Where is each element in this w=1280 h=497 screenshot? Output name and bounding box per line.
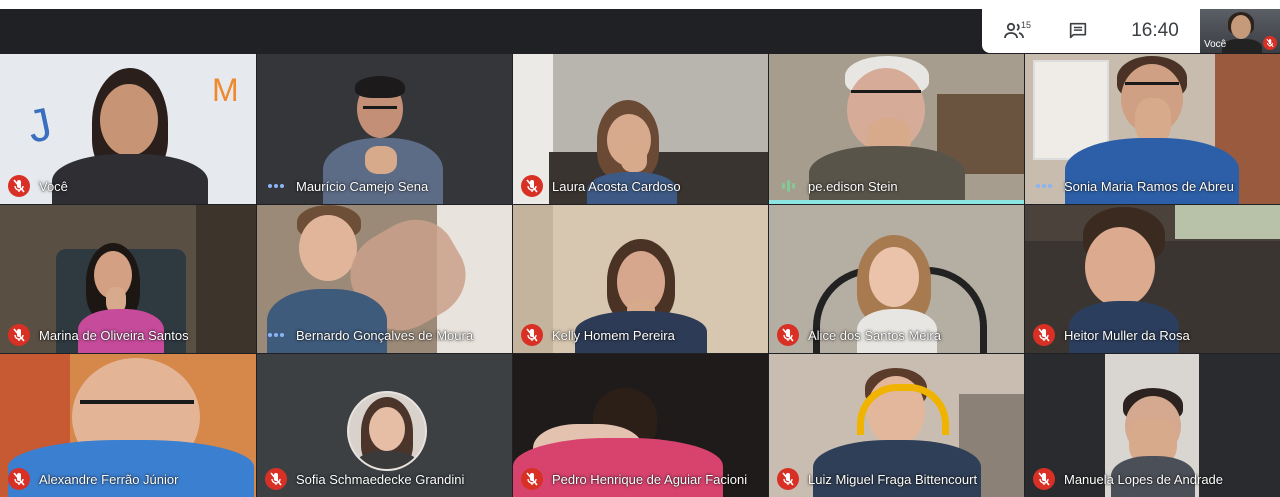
participant-name: Bernardo Gonçalves de Moura	[296, 327, 474, 343]
praying-hands	[365, 146, 397, 174]
participant-name: Sonia Maria Ramos de Abreu	[1064, 178, 1234, 194]
mic-off-icon	[521, 324, 543, 346]
participant-tile-1[interactable]: J H M Você	[0, 54, 256, 204]
participant-hair	[355, 76, 405, 98]
participant-face	[100, 84, 158, 156]
participant-tile-7[interactable]: Bernardo Gonçalves de Moura	[257, 205, 512, 353]
participant-tile-10[interactable]: Heitor Muller da Rosa	[1025, 205, 1280, 353]
participant-name: Kelly Homem Pereira	[552, 327, 675, 343]
participant-tile-15[interactable]: Manuela Lopes de Andrade	[1025, 354, 1280, 497]
name-label: Alice dos Santos Meira	[777, 324, 941, 346]
mic-off-icon	[777, 468, 799, 490]
name-label: Você	[8, 175, 68, 197]
participant-face	[1085, 227, 1155, 307]
mic-off-icon	[1033, 324, 1055, 346]
chat-icon	[1069, 22, 1087, 39]
participant-tile-4[interactable]: pe.edison Stein	[769, 54, 1024, 204]
mic-off-icon	[1033, 468, 1055, 490]
participant-name: Alexandre Ferrão Júnior	[39, 471, 179, 487]
participant-tile-2[interactable]: Maurício Camejo Sena	[257, 54, 512, 204]
mic-off-icon	[8, 175, 30, 197]
participant-tile-8[interactable]: Kelly Homem Pereira	[513, 205, 768, 353]
participants-button[interactable]: 15	[982, 9, 1046, 53]
participant-tile-5[interactable]: Sonia Maria Ramos de Abreu	[1025, 54, 1280, 204]
mic-off-icon	[8, 324, 30, 346]
participant-name: Alice dos Santos Meira	[808, 327, 941, 343]
name-label: Luiz Miguel Fraga Bittencourt	[777, 468, 977, 490]
top-strip	[0, 0, 1280, 9]
name-label: Alexandre Ferrão Júnior	[8, 468, 178, 490]
glasses	[363, 106, 397, 109]
participant-name: Laura Acosta Cardoso	[552, 178, 681, 194]
self-preview-mic-off-icon	[1263, 36, 1277, 50]
wall-letter-j: J	[22, 97, 57, 153]
name-label: Marina de Oliveira Santos	[8, 324, 189, 346]
name-label: Bernardo Gonçalves de Moura	[265, 324, 473, 346]
window	[1175, 205, 1280, 239]
participant-name: Luiz Miguel Fraga Bittencourt	[808, 471, 978, 487]
participant-name: Você	[39, 178, 68, 194]
fireplace	[196, 205, 256, 353]
participant-name: Heitor Muller da Rosa	[1064, 327, 1190, 343]
mic-off-icon	[265, 468, 287, 490]
participants-count: 15	[1021, 20, 1032, 30]
participant-name: Maurício Camejo Sena	[296, 178, 429, 194]
praying-hands	[621, 146, 647, 172]
active-speaker-border	[769, 200, 1024, 204]
mic-off-icon	[521, 175, 543, 197]
self-preview-body	[1222, 39, 1262, 53]
avatar	[347, 391, 427, 471]
mic-off-icon	[777, 324, 799, 346]
participant-name: Marina de Oliveira Santos	[39, 327, 189, 343]
name-label: Manuela Lopes de Andrade	[1033, 468, 1223, 490]
participant-tile-14[interactable]: Luiz Miguel Fraga Bittencourt	[769, 354, 1024, 497]
wall-letter-m: M	[212, 72, 239, 108]
self-preview-face	[1231, 15, 1251, 39]
participant-face	[299, 215, 357, 281]
glasses	[851, 90, 921, 93]
self-preview-label: Você	[1204, 39, 1227, 50]
participant-name: Sofia Schmaedecke Grandini	[296, 471, 465, 487]
audio-dots-icon	[1033, 175, 1055, 197]
participant-tile-12[interactable]: Sofia Schmaedecke Grandini	[257, 354, 512, 497]
participant-name: Manuela Lopes de Andrade	[1064, 471, 1224, 487]
meeting-toolbar: 15 16:40	[982, 9, 1200, 53]
participant-tile-11[interactable]: Alexandre Ferrão Júnior	[0, 354, 256, 497]
participant-tile-6[interactable]: Marina de Oliveira Santos	[0, 205, 256, 353]
name-label: pe.edison Stein	[777, 175, 898, 197]
participant-body	[52, 154, 208, 204]
name-label: Heitor Muller da Rosa	[1033, 324, 1190, 346]
mic-off-icon	[8, 468, 30, 490]
chat-button[interactable]	[1046, 9, 1110, 53]
name-label: Maurício Camejo Sena	[265, 175, 428, 197]
participant-tile-3[interactable]: Laura Acosta Cardoso	[513, 54, 768, 204]
name-label: Kelly Homem Pereira	[521, 324, 675, 346]
name-label: Pedro Henrique de Aguiar Facioni	[521, 468, 747, 490]
name-label: Sonia Maria Ramos de Abreu	[1033, 175, 1234, 197]
participant-face	[869, 247, 919, 307]
name-label: Laura Acosta Cardoso	[521, 175, 681, 197]
glasses	[1125, 82, 1179, 85]
glasses	[80, 400, 194, 404]
name-label: Sofia Schmaedecke Grandini	[265, 468, 464, 490]
participant-tile-13[interactable]: Pedro Henrique de Aguiar Facioni	[513, 354, 768, 497]
participant-name: Pedro Henrique de Aguiar Facioni	[552, 471, 748, 487]
participant-tile-9[interactable]: Alice dos Santos Meira	[769, 205, 1024, 353]
audio-dots-icon	[265, 175, 287, 197]
participant-name: pe.edison Stein	[808, 178, 898, 194]
audio-dots-icon	[265, 324, 287, 346]
clock: 16:40	[1131, 20, 1179, 41]
self-preview[interactable]: Você	[1200, 9, 1280, 53]
speaking-indicator-icon	[777, 175, 799, 197]
mic-off-icon	[521, 468, 543, 490]
